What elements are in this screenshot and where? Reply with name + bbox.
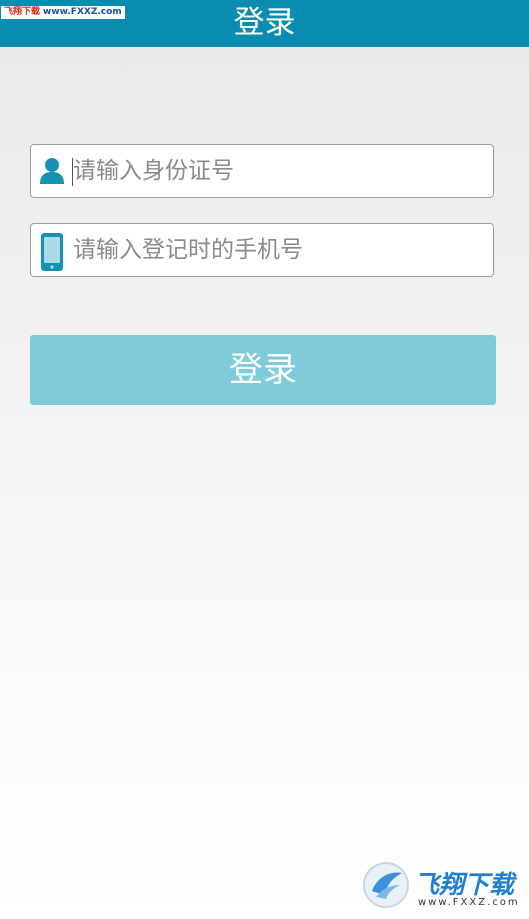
watermark-logo-icon (363, 862, 409, 908)
id-number-input[interactable] (71, 149, 483, 193)
phone-icon (41, 233, 63, 271)
title-bar: 登录 飞翔下载 www.FXXZ.com (0, 0, 529, 47)
id-number-field[interactable] (30, 144, 494, 198)
watermark-top-url: www.FXXZ.com (43, 7, 122, 17)
watermark-bottom-url: www.FXXZ.com (418, 897, 520, 908)
login-button[interactable]: 登录 (30, 335, 496, 405)
watermark-top: 飞翔下载 www.FXXZ.com (1, 6, 125, 19)
watermark-bottom: 飞翔下载 www.FXXZ.com (362, 859, 522, 911)
phone-number-input[interactable] (71, 228, 483, 272)
watermark-bottom-brand: 飞翔下载 (414, 870, 515, 899)
watermark-top-brand: 飞翔下载 (4, 7, 41, 17)
user-icon (40, 158, 64, 184)
phone-number-field[interactable] (30, 223, 494, 277)
